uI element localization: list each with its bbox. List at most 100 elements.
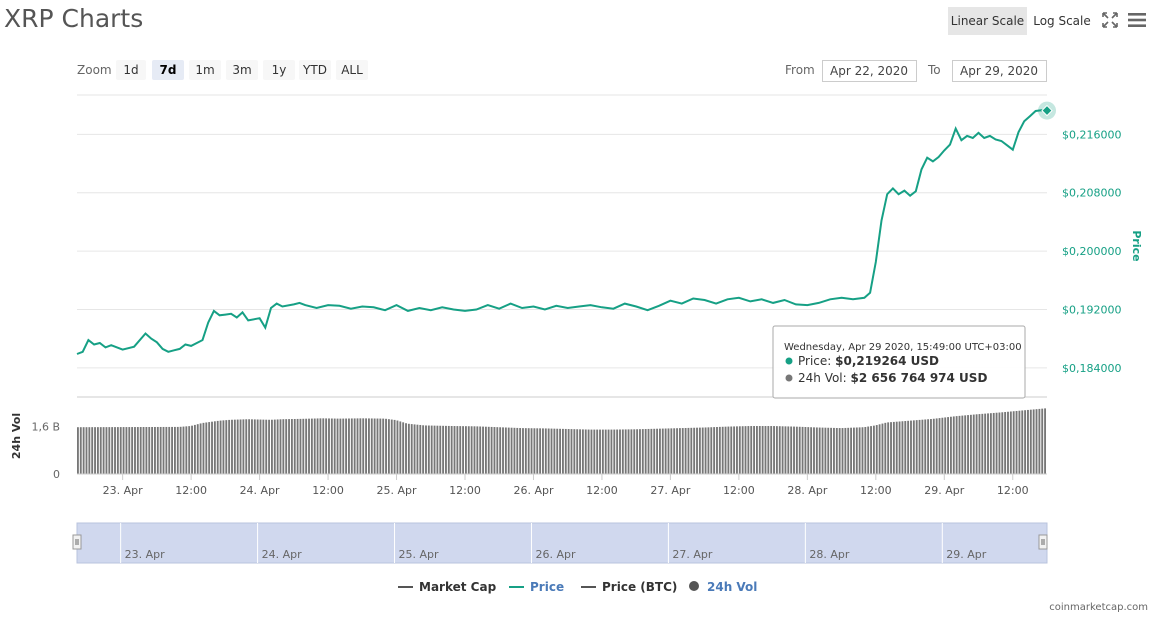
volume-bar (253, 419, 256, 474)
volume-bar (393, 419, 396, 474)
volume-bar (599, 429, 601, 474)
volume-bar (439, 425, 442, 474)
volume-bar (162, 426, 165, 474)
volume-bar (171, 426, 173, 474)
legend-label: Market Cap (419, 580, 497, 594)
volume-bar (487, 426, 490, 474)
volume-bar (967, 415, 969, 474)
volume-bar (987, 413, 989, 474)
volume-bar (613, 429, 616, 474)
volume-bar (416, 424, 419, 474)
navigator-left-handle[interactable] (72, 534, 82, 550)
volume-bar (199, 423, 202, 474)
price-tick-label: $0,192000 (1062, 303, 1122, 316)
volume-bar (918, 419, 921, 474)
volume-bar (753, 426, 755, 474)
volume-bar (182, 426, 185, 474)
volume-bar (875, 425, 878, 474)
volume-bar (741, 426, 744, 474)
volume-bar (470, 426, 473, 474)
x-tick-label: 23. Apr (103, 484, 143, 497)
volume-bar (681, 428, 684, 474)
volume-bar (268, 419, 270, 474)
volume-bar (678, 428, 681, 474)
volume-bar (1024, 410, 1027, 474)
volume-bar (1012, 411, 1015, 474)
volume-bar (818, 427, 821, 474)
volume-bar (921, 419, 924, 474)
volume-bar (969, 414, 972, 474)
volume-bar (790, 426, 793, 474)
volume-bar (641, 429, 644, 474)
volume-bar (345, 418, 348, 474)
volume-bar (156, 426, 159, 474)
volume-bar (1041, 408, 1044, 474)
volume-bar (733, 426, 736, 474)
volume-bar (567, 429, 570, 474)
volume-bar (510, 427, 513, 474)
volume-bar (290, 419, 293, 474)
volume-bar (265, 419, 268, 474)
volume-bar (362, 418, 365, 474)
legend-item-market-cap[interactable]: Market Cap (398, 580, 497, 594)
volume-bar (904, 421, 907, 474)
volume-bar (134, 427, 136, 474)
volume-bar (285, 419, 288, 474)
volume-bar (576, 429, 579, 474)
volume-bar (927, 419, 930, 474)
volume-bar (450, 425, 453, 474)
volume-bar (119, 427, 122, 474)
volume-bar (482, 426, 484, 474)
navigator-tick-label: 23. Apr (125, 548, 165, 561)
legend-item-24h-vol[interactable]: 24h Vol (689, 580, 757, 594)
legend-item-price[interactable]: Price (509, 580, 564, 594)
volume-bar (653, 428, 656, 474)
volume-bar (661, 428, 664, 474)
volume-bar (1004, 412, 1007, 474)
volume-bar (396, 420, 399, 474)
volume-bar (727, 426, 730, 474)
volume-bar (1027, 409, 1029, 474)
volume-bar (647, 428, 650, 474)
volume-bar (693, 427, 696, 474)
volume-bar (807, 427, 810, 474)
volume-tick-label: 1,6 B (31, 421, 60, 434)
volume-bar (105, 427, 108, 474)
volume-bar (453, 426, 456, 474)
x-tick-label: 24. Apr (240, 484, 280, 497)
volume-bar (798, 426, 801, 474)
volume-bar (830, 427, 833, 474)
volume-bar (507, 427, 510, 474)
volume-bar (619, 429, 621, 474)
volume-bar (322, 418, 325, 474)
volume-bar (116, 427, 119, 474)
volume-bar (279, 419, 282, 474)
volume-bar (1018, 410, 1021, 474)
volume-bar (630, 429, 633, 474)
legend-item-price-btc[interactable]: Price (BTC) (581, 580, 677, 594)
tooltip-date: Wednesday, Apr 29 2020, 15:49:00 UTC+03:… (784, 342, 1022, 353)
volume-bar (861, 427, 864, 474)
volume-bar (513, 427, 516, 474)
volume-bar (313, 418, 316, 474)
volume-bar (196, 424, 199, 474)
price-volume-chart[interactable]: $0,184000 $0,192000 $0,200000 $0,208000 $0,2… (0, 0, 1153, 620)
navigator-right-handle[interactable] (1038, 534, 1048, 550)
volume-bar (864, 426, 867, 474)
volume-bar (721, 426, 724, 474)
volume-bar (1007, 411, 1009, 474)
volume-bar (139, 427, 142, 474)
volume-bar (504, 427, 507, 474)
legend-label: 24h Vol (707, 580, 757, 594)
volume-bar (259, 419, 262, 474)
volume-bar (174, 426, 176, 474)
volume-bar (236, 419, 239, 474)
volume-bar (636, 429, 639, 474)
volume-bar (573, 429, 576, 474)
volume-bar (527, 428, 530, 474)
volume-bar (445, 425, 447, 474)
volume-bar (659, 428, 661, 474)
volume-bar (833, 427, 835, 474)
volume-bar (1035, 409, 1038, 474)
volume-bar (596, 429, 599, 474)
